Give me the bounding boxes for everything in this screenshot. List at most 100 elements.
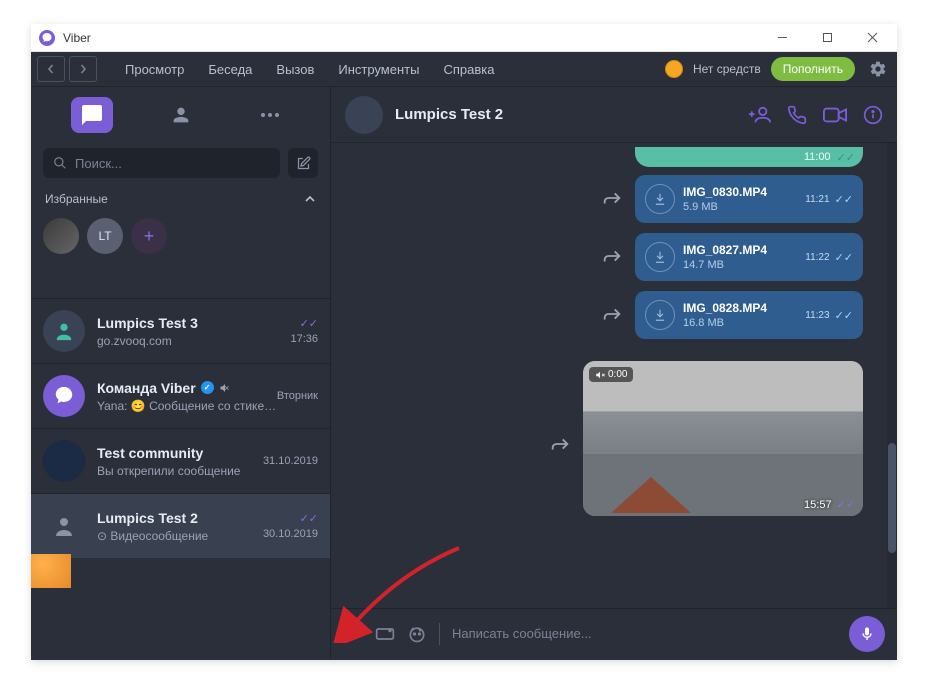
favorites-row: LT +: [31, 212, 330, 264]
chat-title: Lumpics Test 3: [97, 315, 198, 331]
read-status-icon: ✓✓: [835, 309, 853, 322]
maximize-button[interactable]: [805, 24, 850, 52]
avatar: [43, 440, 85, 482]
forward-icon[interactable]: [601, 187, 623, 209]
menu-chat[interactable]: Беседа: [208, 62, 252, 77]
chat-title: Lumpics Test 2: [97, 510, 198, 526]
search-input[interactable]: Поиск...: [43, 148, 280, 178]
avatar: [43, 310, 85, 352]
chat-header-title: Lumpics Test 2: [395, 106, 503, 123]
favorites-label: Избранные: [45, 192, 108, 206]
file-message[interactable]: IMG_0827.MP4 14.7 MB 11:22✓✓: [635, 233, 863, 281]
read-status-icon: ✓✓: [835, 251, 853, 264]
chat-header: Lumpics Test 2: [331, 87, 897, 143]
read-status-icon: ✓✓: [300, 317, 318, 330]
video-thumbnail: [611, 477, 691, 513]
favorite-avatar[interactable]: [43, 218, 79, 254]
forward-icon[interactable]: [601, 303, 623, 325]
avatar: [43, 505, 85, 547]
video-mute-badge[interactable]: 0:00: [589, 367, 633, 382]
read-status-icon: ✓✓: [300, 512, 318, 525]
chat-title: Команда Viber: [97, 380, 196, 396]
download-icon[interactable]: [645, 242, 675, 272]
chat-sub: ⊙ Видеосообщение: [97, 529, 263, 543]
muted-icon: [219, 382, 231, 394]
app-window: Viber Просмотр Беседа Вызов Инструменты …: [31, 24, 897, 660]
compose-button[interactable]: [288, 148, 318, 178]
attach-button[interactable]: [343, 624, 363, 644]
chat-header-actions: [749, 104, 883, 126]
chat-item[interactable]: Команда Viber ✓ Yana: 😊 Сообщение со сти…: [31, 363, 330, 428]
file-name: IMG_0830.MP4: [683, 185, 767, 199]
download-icon[interactable]: [645, 184, 675, 214]
file-message[interactable]: IMG_0830.MP4 5.9 MB 11:21✓✓: [635, 175, 863, 223]
menubar-right: Нет средств Пополнить: [665, 57, 887, 81]
tab-chats[interactable]: [71, 97, 113, 133]
scrollbar-thumb[interactable]: [888, 443, 896, 553]
file-size: 14.7 MB: [683, 259, 767, 271]
balance-icon: [665, 60, 683, 78]
file-name: IMG_0827.MP4: [683, 243, 767, 257]
chat-pane: Lumpics Test 2: [331, 87, 897, 658]
topup-button[interactable]: Пополнить: [771, 57, 855, 81]
chat-item-selected[interactable]: Lumpics Test 2 ⊙ Видеосообщение ✓✓ 30.10…: [31, 493, 330, 558]
forward-icon[interactable]: [601, 245, 623, 267]
read-status-icon: ✓✓: [837, 151, 855, 164]
chat-time: 17:36: [290, 333, 318, 345]
minimize-button[interactable]: [760, 24, 805, 52]
nav-forward-button[interactable]: [69, 56, 97, 82]
menu-tools[interactable]: Инструменты: [338, 62, 419, 77]
menu-help[interactable]: Справка: [443, 62, 494, 77]
search-placeholder: Поиск...: [75, 156, 122, 171]
add-participant-button[interactable]: [749, 104, 771, 126]
divider: [439, 623, 440, 645]
tab-contacts[interactable]: [160, 97, 202, 133]
search-row: Поиск...: [31, 143, 330, 186]
chat-sub: go.zvooq.com: [97, 334, 290, 348]
chat-sub: Вы открепили сообщение: [97, 464, 263, 478]
file-message[interactable]: IMG_0828.MP4 16.8 MB 11:23✓✓: [635, 291, 863, 339]
titlebar: Viber: [31, 24, 897, 52]
settings-button[interactable]: [869, 60, 887, 78]
chat-list: Lumpics Test 3 go.zvooq.com ✓✓ 17:36 Ко: [31, 264, 330, 658]
read-status-icon: ✓✓: [837, 498, 855, 511]
menu-view[interactable]: Просмотр: [125, 62, 184, 77]
file-size: 16.8 MB: [683, 317, 767, 329]
scrollbar[interactable]: [887, 143, 897, 608]
favorite-add-button[interactable]: +: [131, 218, 167, 254]
messages[interactable]: 11:00 ✓✓ IMG_0830.MP4 5.9 MB 11:21✓✓: [331, 143, 897, 608]
chat-item[interactable]: Lumpics Test 3 go.zvooq.com ✓✓ 17:36: [31, 298, 330, 363]
sticker-button[interactable]: [407, 624, 427, 644]
window-controls: [760, 24, 895, 52]
chat-header-avatar[interactable]: [345, 96, 383, 134]
sidebar: Поиск... Избранные LT +: [31, 87, 331, 658]
avatar-fragment: [31, 554, 71, 588]
gif-button[interactable]: [375, 624, 395, 644]
chat-title: Test community: [97, 445, 203, 461]
balance-text: Нет средств: [693, 62, 761, 76]
favorite-avatar[interactable]: LT: [87, 218, 123, 254]
menu-call[interactable]: Вызов: [276, 62, 314, 77]
message-input[interactable]: Написать сообщение...: [452, 626, 837, 641]
avatar: [43, 375, 85, 417]
video-message[interactable]: 0:00 15:57 ✓✓: [583, 361, 863, 516]
body: Поиск... Избранные LT +: [31, 87, 897, 658]
chat-info-button[interactable]: [863, 105, 883, 125]
tab-more[interactable]: [249, 97, 291, 133]
verified-icon: ✓: [201, 381, 214, 394]
video-call-button[interactable]: [823, 105, 847, 125]
mic-button[interactable]: [849, 616, 885, 652]
voice-call-button[interactable]: [787, 105, 807, 125]
app-icon: [39, 30, 55, 46]
close-button[interactable]: [850, 24, 895, 52]
menu-items: Просмотр Беседа Вызов Инструменты Справк…: [125, 62, 494, 77]
chat-time: 31.10.2019: [263, 455, 318, 467]
read-status-icon: ✓✓: [835, 193, 853, 206]
chat-time: Вторник: [277, 390, 318, 402]
file-size: 5.9 MB: [683, 201, 767, 213]
forward-icon[interactable]: [549, 433, 571, 455]
chat-item[interactable]: Test community Вы открепили сообщение 31…: [31, 428, 330, 493]
favorites-toggle[interactable]: Избранные: [31, 186, 330, 212]
nav-back-button[interactable]: [37, 56, 65, 82]
download-icon[interactable]: [645, 300, 675, 330]
